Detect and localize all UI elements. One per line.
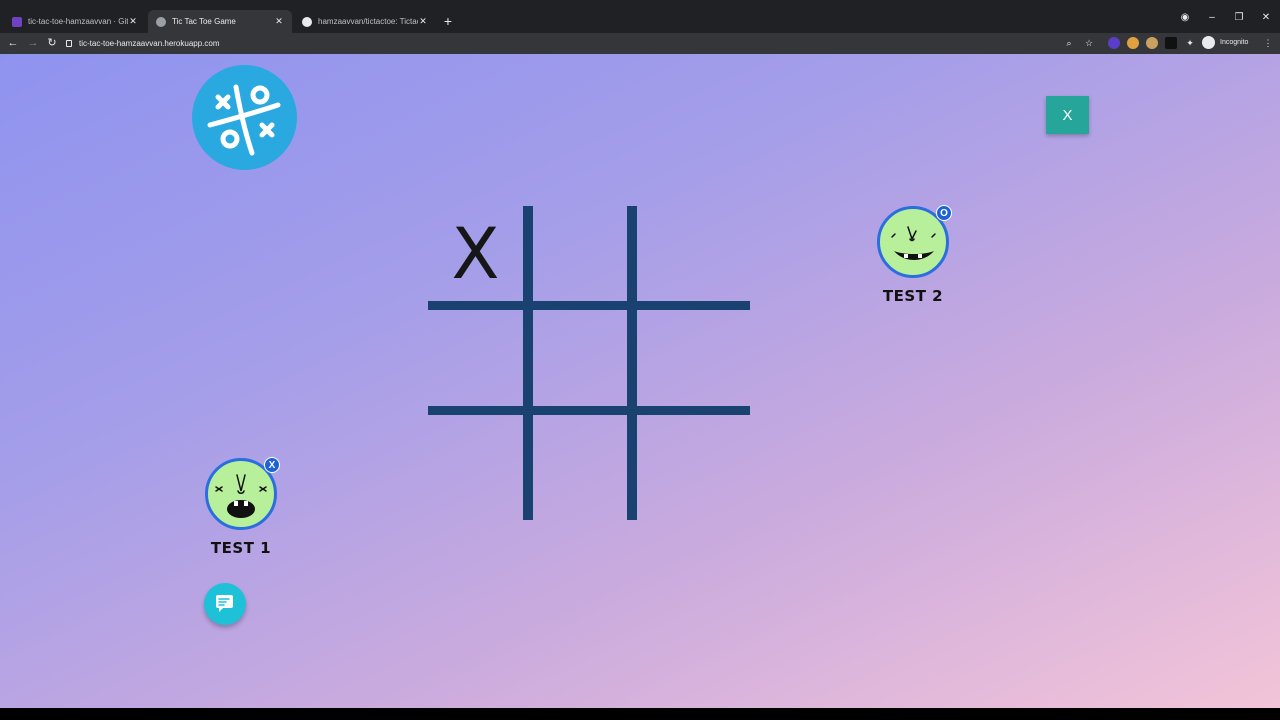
player-symbol-badge: X <box>264 457 280 473</box>
board-line <box>627 206 637 520</box>
monster-face-icon <box>891 226 936 260</box>
minimize-icon[interactable]: – <box>1202 12 1222 23</box>
chat-button[interactable] <box>204 583 246 625</box>
menu-kebab-icon[interactable]: ⋮ <box>1262 37 1274 49</box>
new-tab-icon[interactable]: + <box>440 13 456 29</box>
tab-title: hamzaavvan/tictactoe: Tictactoe <box>318 17 418 26</box>
globe-favicon-icon <box>156 16 166 27</box>
game-board: X <box>428 206 750 520</box>
board-cell-5[interactable] <box>533 310 628 405</box>
back-icon[interactable]: ← <box>6 36 20 50</box>
board-line <box>428 301 750 310</box>
player-name: TEST 2 <box>882 287 944 305</box>
extension-icon[interactable] <box>1108 37 1120 49</box>
zoom-icon[interactable]: ⌕ <box>1063 37 1075 49</box>
player-symbol-badge: O <box>936 205 952 221</box>
bookmark-star-icon[interactable]: ☆ <box>1083 37 1095 49</box>
incognito-icon <box>1202 36 1215 49</box>
incognito-label: Incognito <box>1220 39 1249 46</box>
player-name: TEST 1 <box>210 539 272 557</box>
extension-icon[interactable] <box>1165 37 1177 49</box>
player-card-1: X TEST 1 <box>196 457 286 557</box>
address-bar[interactable]: tic-tac-toe-hamzaavvan.herokuapp.com <box>66 37 220 50</box>
close-tab-icon[interactable]: ✕ <box>418 16 428 27</box>
player-card-2: O TEST 2 <box>868 205 958 305</box>
taskbar <box>0 708 1280 720</box>
github-favicon-icon <box>12 16 22 27</box>
avatar: X <box>205 457 280 530</box>
board-line <box>523 206 533 520</box>
tab-tic-tac-toe[interactable]: Tic Tac Toe Game ✕ <box>148 10 292 33</box>
browser-toolbar: ← → ↻ tic-tac-toe-hamzaavvan.herokuapp.c… <box>0 33 1280 54</box>
tab-title: tic-tac-toe-hamzaavvan · GitHub <box>28 17 128 26</box>
turn-indicator-button[interactable]: X <box>1046 96 1089 134</box>
tab-github[interactable]: tic-tac-toe-hamzaavvan · GitHub ✕ <box>4 10 146 33</box>
board-cell-9[interactable] <box>637 415 732 510</box>
board-cell-1[interactable]: X <box>428 206 523 301</box>
board-cell-6[interactable] <box>637 310 732 405</box>
board-cell-2[interactable] <box>533 206 628 301</box>
tab-search-icon[interactable]: ◉ <box>1175 12 1195 23</box>
puzzle-extensions-icon[interactable]: ✦ <box>1184 37 1196 49</box>
incognito-indicator[interactable]: Incognito <box>1202 36 1248 49</box>
url-text: tic-tac-toe-hamzaavvan.herokuapp.com <box>79 39 220 48</box>
close-tab-icon[interactable]: ✕ <box>128 16 138 27</box>
board-cell-8[interactable] <box>533 415 628 510</box>
chat-icon <box>216 595 233 612</box>
avatar: O <box>877 205 952 278</box>
tic-tac-toe-logo <box>192 65 297 170</box>
board-cell-7[interactable] <box>428 415 523 510</box>
board-cell-3[interactable] <box>637 206 732 301</box>
lock-icon <box>66 40 72 47</box>
close-tab-icon[interactable]: ✕ <box>274 16 284 27</box>
close-window-icon[interactable]: ✕ <box>1256 12 1276 23</box>
forward-icon[interactable]: → <box>26 36 40 50</box>
game-page: X X O TEST 2 X TEST 1 <box>0 54 1280 708</box>
tab-github-repo[interactable]: hamzaavvan/tictactoe: Tictactoe ✕ <box>294 10 436 33</box>
monster-face-icon <box>215 474 267 518</box>
reload-icon[interactable]: ↻ <box>45 36 59 50</box>
github-octocat-icon <box>302 16 312 27</box>
cookie-extension-icon[interactable] <box>1127 37 1139 49</box>
board-cell-4[interactable] <box>428 310 523 405</box>
board-line <box>428 406 750 415</box>
extension-icon[interactable] <box>1146 37 1158 49</box>
tab-title: Tic Tac Toe Game <box>172 17 236 26</box>
tic-tac-toe-logo-icon <box>207 84 281 156</box>
browser-tab-bar: tic-tac-toe-hamzaavvan · GitHub ✕ Tic Ta… <box>0 0 1280 33</box>
restore-icon[interactable]: ❐ <box>1229 12 1249 23</box>
